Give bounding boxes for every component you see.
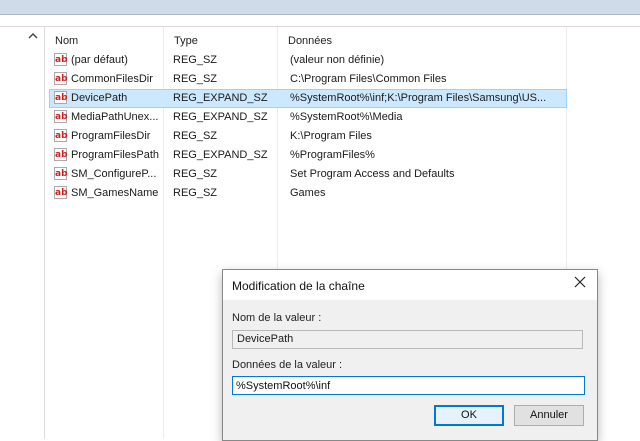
value-name: MediaPathUnex... xyxy=(71,111,159,123)
string-value-icon: ab xyxy=(54,167,68,180)
value-name: DevicePath xyxy=(71,92,128,104)
list-item-selected[interactable]: ab DevicePath REG_EXPAND_SZ %SystemRoot%… xyxy=(45,89,640,108)
ok-button[interactable]: OK xyxy=(434,405,504,426)
value-name: CommonFilesDir xyxy=(71,73,153,85)
list-item[interactable]: ab CommonFilesDir REG_SZ C:\Program File… xyxy=(45,70,640,89)
string-value-icon: ab xyxy=(54,91,68,104)
value-name: (par défaut) xyxy=(71,54,128,66)
value-name: ProgramFilesPath xyxy=(71,149,160,161)
value-type: REG_EXPAND_SZ xyxy=(173,92,268,104)
value-data: %ProgramFiles% xyxy=(290,149,375,161)
value-data-input[interactable] xyxy=(232,376,585,395)
string-value-icon: ab xyxy=(54,148,68,161)
value-data: C:\Program Files\Common Files xyxy=(290,73,447,85)
value-data-label: Données de la valeur : xyxy=(232,359,343,371)
value-data: (valeur non définie) xyxy=(290,54,385,66)
value-name: SM_ConfigureP... xyxy=(71,168,157,180)
edit-string-dialog: Modification de la chaîne Nom de la vale… xyxy=(222,269,598,441)
value-data: K:\Program Files xyxy=(290,130,372,142)
value-type: REG_EXPAND_SZ xyxy=(173,111,268,123)
value-data: %SystemRoot%\inf;K:\Program Files\Samsun… xyxy=(290,92,547,104)
string-value-icon: ab xyxy=(54,129,68,142)
string-value-icon: ab xyxy=(54,53,68,66)
close-icon[interactable] xyxy=(573,276,587,290)
value-name: SM_GamesName xyxy=(71,187,159,199)
value-name-label: Nom de la valeur : xyxy=(232,312,322,324)
string-value-icon: ab xyxy=(54,186,68,199)
dialog-title: Modification de la chaîne xyxy=(232,279,365,293)
value-data: Set Program Access and Defaults xyxy=(290,168,455,180)
value-name: ProgramFilesDir xyxy=(71,130,151,142)
list-item[interactable]: ab ProgramFilesDir REG_SZ K:\Program Fil… xyxy=(45,127,640,146)
value-type: REG_SZ xyxy=(173,130,218,142)
string-value-icon: ab xyxy=(54,110,68,123)
dialog-body: Nom de la valeur : DevicePath Données de… xyxy=(223,300,597,440)
value-type: REG_SZ xyxy=(173,187,218,199)
value-type: REG_EXPAND_SZ xyxy=(173,149,268,161)
scroll-up-arrow-icon[interactable] xyxy=(27,32,39,42)
value-type: REG_SZ xyxy=(173,54,218,66)
window-title-bar xyxy=(0,0,640,15)
value-type: REG_SZ xyxy=(173,73,218,85)
cancel-button[interactable]: Annuler xyxy=(514,405,584,426)
tree-scrollbar[interactable] xyxy=(22,27,45,439)
list-item[interactable]: ab ProgramFilesPath REG_EXPAND_SZ %Progr… xyxy=(45,146,640,165)
column-header-data[interactable]: Données xyxy=(278,31,576,51)
tree-pane-edge xyxy=(0,27,23,439)
string-value-icon: ab xyxy=(54,72,68,85)
column-header-name[interactable]: Nom xyxy=(45,31,173,51)
value-type: REG_SZ xyxy=(173,168,218,180)
column-header-type[interactable]: Type xyxy=(164,31,287,51)
list-item[interactable]: ab (par défaut) REG_SZ (valeur non défin… xyxy=(45,51,640,70)
value-name-field: DevicePath xyxy=(232,330,583,349)
value-data: Games xyxy=(290,187,326,199)
value-data: %SystemRoot%\Media xyxy=(290,111,403,123)
list-item[interactable]: ab MediaPathUnex... REG_EXPAND_SZ %Syste… xyxy=(45,108,640,127)
list-item[interactable]: ab SM_GamesName REG_SZ Games xyxy=(45,184,640,203)
list-item[interactable]: ab SM_ConfigureP... REG_SZ Set Program A… xyxy=(45,165,640,184)
